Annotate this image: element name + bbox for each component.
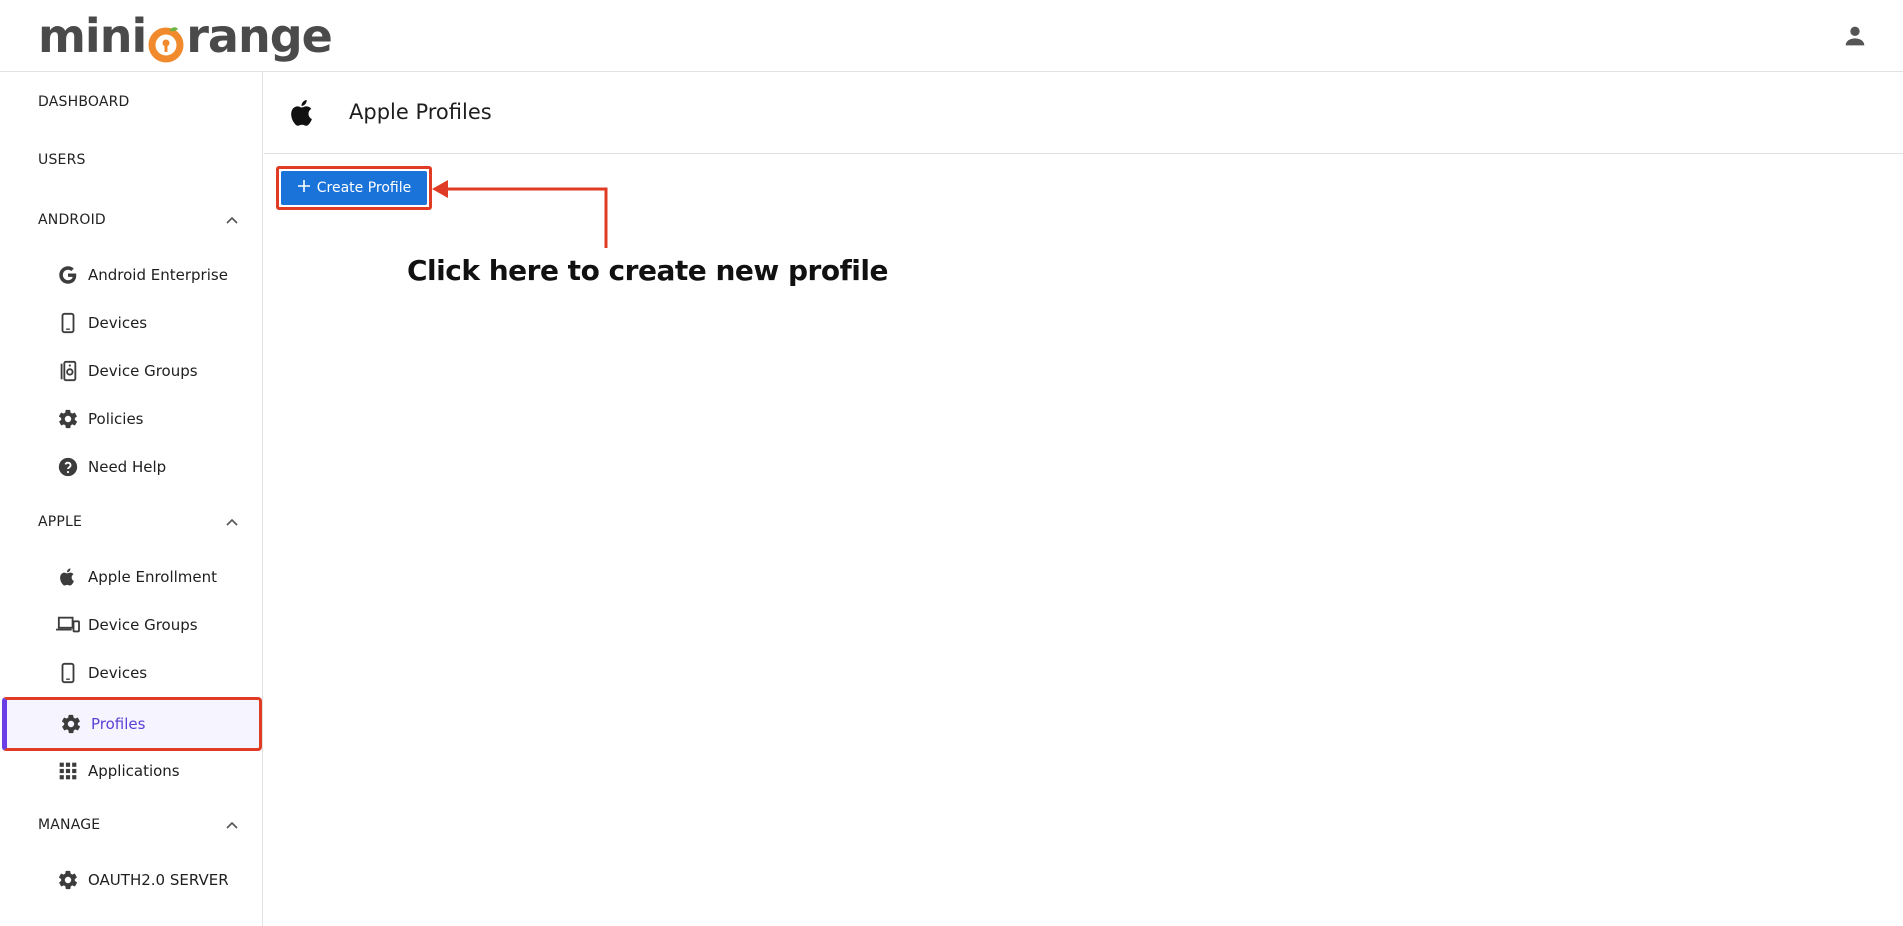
chevron-up-icon[interactable] — [225, 515, 239, 529]
annotation-arrow — [432, 180, 608, 248]
top-bar: mini range — [0, 0, 1903, 72]
sidebar-item-apple-devices[interactable]: Devices — [0, 650, 263, 696]
user-account-icon[interactable] — [1841, 22, 1869, 50]
page-title: Apple Profiles — [349, 100, 492, 124]
sidebar-item-label: Need Help — [88, 458, 167, 476]
sidebar-item-label: Devices — [88, 664, 148, 682]
create-profile-button[interactable]: Create Profile — [281, 171, 427, 205]
annotation-text: Click here to create new profile — [407, 254, 888, 287]
devices-icon — [56, 613, 80, 637]
sidebar-item-label: OAUTH2.0 SERVER — [88, 871, 229, 889]
logo-text-left: mini — [38, 9, 147, 63]
sidebar-item-android-device-groups[interactable]: Device Groups — [0, 348, 263, 394]
chevron-up-icon[interactable] — [225, 213, 239, 227]
sidebar: DASHBOARD USERS ANDROID Android Enterpri… — [0, 72, 263, 926]
sidebar-item-apple-applications[interactable]: Applications — [0, 748, 263, 794]
google-icon — [56, 263, 80, 287]
sidebar-item-apple-enrollment[interactable]: Apple Enrollment — [0, 554, 263, 600]
apple-icon — [288, 98, 318, 128]
device-groups-icon — [56, 359, 80, 383]
create-profile-highlight: Create Profile — [276, 166, 432, 210]
sidebar-item-apple-device-groups[interactable]: Device Groups — [0, 602, 263, 648]
sidebar-item-label: Device Groups — [88, 616, 198, 634]
section-manage-header[interactable]: MANAGE — [38, 817, 100, 833]
sidebar-item-label: Android Enterprise — [88, 266, 228, 284]
phone-icon — [56, 661, 80, 685]
sidebar-item-android-need-help[interactable]: Need Help — [0, 444, 263, 490]
sidebar-item-oauth-server[interactable]: OAUTH2.0 SERVER — [0, 857, 263, 903]
sidebar-item-label: Devices — [88, 314, 148, 332]
sidebar-item-label: Apple Enrollment — [88, 568, 218, 586]
page-header: Apple Profiles — [264, 72, 1903, 154]
sidebar-item-label: Applications — [88, 762, 180, 780]
section-android-header[interactable]: ANDROID — [38, 212, 106, 228]
sidebar-item-android-policies[interactable]: Policies — [0, 396, 263, 442]
sidebar-item-dashboard[interactable]: DASHBOARD — [38, 94, 130, 110]
apple-icon — [56, 565, 80, 589]
phone-icon — [56, 311, 80, 335]
sidebar-item-label: Policies — [88, 410, 144, 428]
sidebar-item-label: Device Groups — [88, 362, 198, 380]
sidebar-item-android-devices[interactable]: Devices — [0, 300, 263, 346]
gear-icon — [56, 407, 80, 431]
sidebar-item-android-enterprise[interactable]: Android Enterprise — [0, 252, 263, 298]
logo[interactable]: mini range — [38, 8, 333, 64]
sidebar-item-users[interactable]: USERS — [38, 152, 86, 168]
sidebar-item-label: Profiles — [91, 715, 146, 733]
gear-icon — [56, 868, 80, 892]
apps-grid-icon — [56, 759, 80, 783]
plus-icon — [297, 179, 311, 197]
gear-icon — [59, 712, 83, 736]
logo-orange-icon — [147, 20, 185, 63]
create-profile-label: Create Profile — [316, 180, 412, 196]
sidebar-item-apple-profiles[interactable]: Profiles — [2, 697, 262, 751]
logo-text-right: range — [186, 9, 333, 63]
section-apple-header[interactable]: APPLE — [38, 514, 82, 530]
help-icon — [56, 455, 80, 479]
chevron-up-icon[interactable] — [225, 818, 239, 832]
